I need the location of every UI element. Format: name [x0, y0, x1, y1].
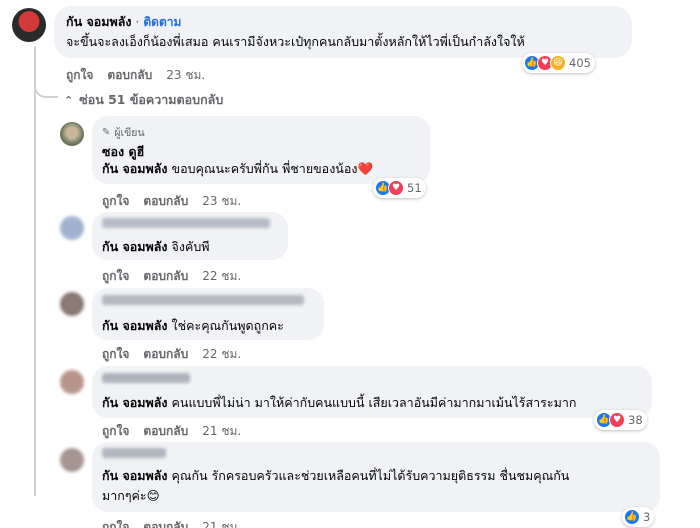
follow-link[interactable]: ติดตาม: [143, 13, 181, 32]
reply-time[interactable]: 21 ชม.: [202, 518, 241, 528]
avatar[interactable]: [12, 8, 46, 42]
reply-button[interactable]: ตอบกลับ: [107, 66, 152, 85]
reply-button[interactable]: ตอบกลับ: [143, 422, 188, 441]
reaction-count: 3: [643, 510, 651, 524]
like-button[interactable]: ถูกใจ: [66, 66, 93, 85]
chevron-up-icon: ⌃: [64, 93, 74, 107]
mention-link[interactable]: กัน จอมพลัง: [102, 468, 168, 483]
reaction-summary[interactable]: 👍 ♥ 51: [373, 178, 426, 198]
comment-text: จะขึ้นจะลงเอ็งก็น้องพี่เสมอ คนเรามีจังหว…: [66, 34, 525, 49]
author-badge: ผู้เขียน: [114, 127, 145, 139]
reply-text: จิงคับพี: [171, 239, 210, 254]
thread-line: [34, 46, 36, 496]
avatar[interactable]: [60, 216, 84, 240]
blurred-name: [102, 295, 304, 305]
reply-text: คนแบบพี่ไม่น่า มาให้ค่ากับคนแบบนี้ เสียเ…: [171, 395, 577, 410]
reply-time[interactable]: 21 ชม.: [202, 422, 241, 441]
reply-button[interactable]: ตอบกลับ: [143, 345, 188, 364]
love-reaction-icon: ♥: [388, 180, 404, 196]
avatar[interactable]: [60, 448, 84, 472]
reply-button[interactable]: ตอบกลับ: [143, 518, 188, 528]
blurred-name: [102, 448, 166, 458]
comment-author[interactable]: กัน จอมพลัง: [66, 12, 132, 32]
avatar[interactable]: [60, 370, 84, 394]
reply-time[interactable]: 22 ชม.: [202, 345, 241, 364]
blurred-name: [102, 218, 270, 228]
reply-time[interactable]: 22 ชม.: [202, 267, 241, 286]
reaction-summary[interactable]: 👍 ♥ 😆 405: [522, 53, 595, 73]
separator-dot: ·: [135, 15, 140, 29]
reaction-count: 38: [628, 413, 643, 427]
reaction-count: 51: [407, 181, 422, 195]
mention-link[interactable]: กัน จอมพลัง: [102, 395, 168, 410]
like-button[interactable]: ถูกใจ: [102, 267, 129, 286]
reply-text: ขอบคุณนะครับพี่กัน พี่ชายของน้อง❤️: [171, 161, 374, 176]
avatar[interactable]: [60, 292, 84, 316]
like-button[interactable]: ถูกใจ: [102, 192, 129, 211]
reply-time[interactable]: 23 ชม.: [202, 192, 241, 211]
reply-button[interactable]: ตอบกลับ: [143, 267, 188, 286]
like-button[interactable]: ถูกใจ: [102, 518, 129, 528]
reply-button[interactable]: ตอบกลับ: [143, 192, 188, 211]
mention-link[interactable]: กัน จอมพลัง: [102, 161, 168, 176]
thread-branch: [34, 80, 58, 98]
love-reaction-icon: ♥: [609, 412, 625, 428]
blurred-name: [102, 373, 190, 383]
like-button[interactable]: ถูกใจ: [102, 422, 129, 441]
avatar[interactable]: [60, 122, 84, 146]
reaction-summary[interactable]: 👍 3: [622, 507, 655, 527]
comment-time[interactable]: 23 ชม.: [166, 66, 205, 85]
reaction-summary[interactable]: 👍 ♥ 38: [594, 410, 647, 430]
reply-author[interactable]: ซอง ดูฮี: [102, 142, 144, 162]
mention-link[interactable]: กัน จอมพลัง: [102, 239, 168, 254]
hide-replies-button[interactable]: ⌃ ซ่อน 51 ข้อความตอบกลับ: [64, 90, 223, 110]
reply-text-continued: มากๆค่ะ😊: [102, 488, 160, 503]
reply-text: ใช่คะคุณกันพูดถูกคะ: [171, 318, 284, 333]
pencil-icon: ✎: [102, 127, 111, 138]
mention-link[interactable]: กัน จอมพลัง: [102, 318, 168, 333]
reaction-count: 405: [569, 56, 591, 70]
hide-replies-label: ซ่อน 51 ข้อความตอบกลับ: [79, 92, 224, 107]
reply-text: คุณกัน รักครอบครัวและช่วยเหลือคนที่ไม่ได…: [171, 468, 570, 483]
like-button[interactable]: ถูกใจ: [102, 345, 129, 364]
haha-reaction-icon: 😆: [550, 55, 566, 71]
like-reaction-icon: 👍: [624, 509, 640, 525]
